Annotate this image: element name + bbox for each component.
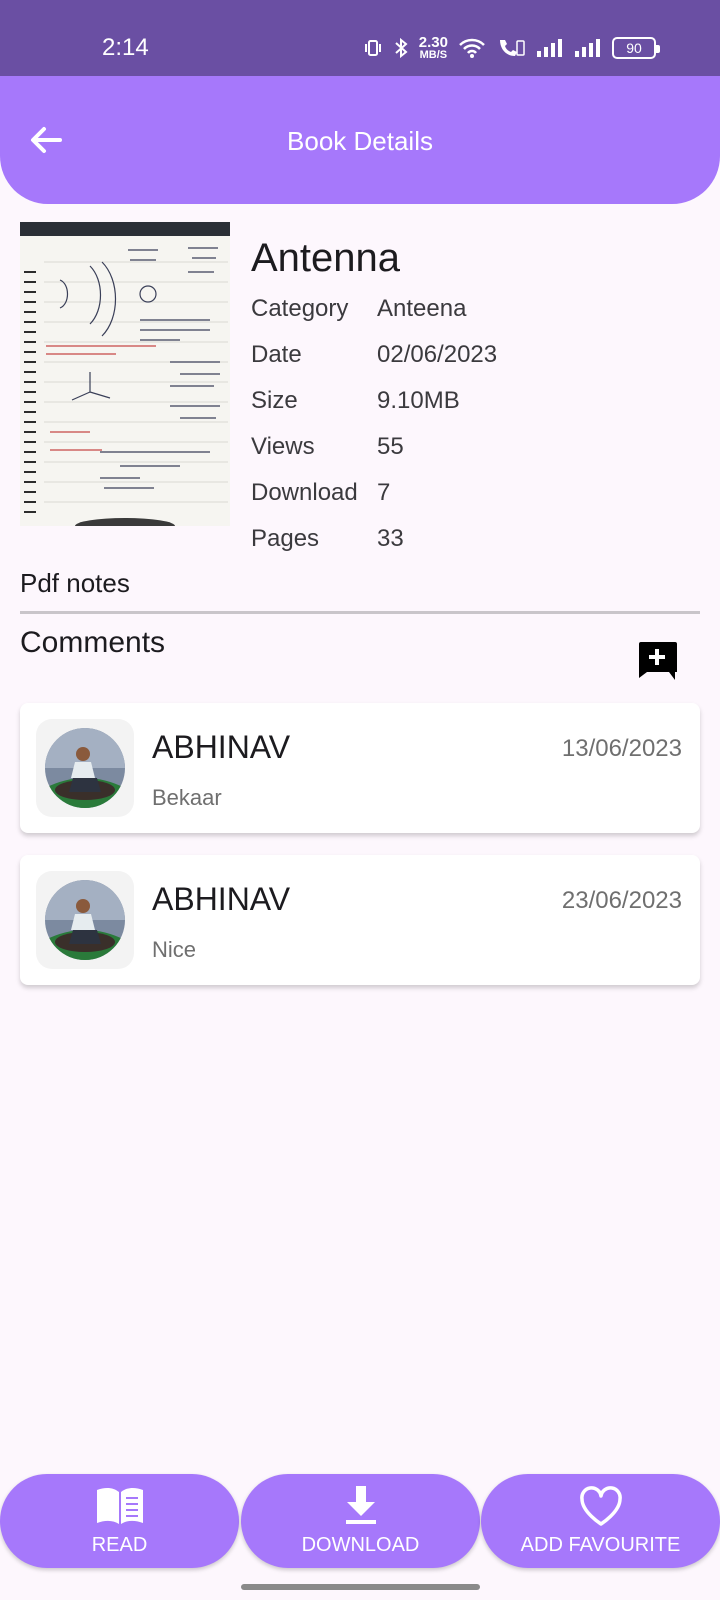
read-button[interactable]: READ bbox=[0, 1474, 239, 1568]
detail-value: Anteena bbox=[377, 295, 467, 322]
comments-heading: Comments bbox=[20, 626, 166, 659]
status-bar: 2:14 2.30 MB/S 90 bbox=[0, 0, 720, 76]
open-book-icon bbox=[96, 1487, 143, 1524]
comment-card: ABHINAV Bekaar 13/06/2023 bbox=[20, 703, 700, 833]
home-indicator[interactable] bbox=[241, 1584, 480, 1590]
network-speed-value: 2.30 bbox=[418, 34, 448, 51]
download-icon bbox=[345, 1486, 376, 1524]
avatar bbox=[45, 728, 125, 808]
detail-row-views: Views 55 bbox=[251, 424, 691, 470]
signal-icon-1 bbox=[537, 39, 562, 57]
detail-row-size: Size 9.10MB bbox=[251, 378, 691, 424]
detail-row-pages: Pages 33 bbox=[251, 516, 691, 562]
pdf-notes-label: Pdf notes bbox=[20, 568, 130, 598]
read-button-label: READ bbox=[91, 1534, 148, 1556]
detail-label: Category bbox=[251, 295, 349, 322]
vibrate-icon bbox=[364, 40, 381, 56]
comment-date: 13/06/2023 bbox=[561, 735, 682, 762]
commenter-name: ABHINAV bbox=[152, 729, 291, 765]
wifi-icon bbox=[459, 38, 485, 58]
avatar-container bbox=[36, 719, 134, 817]
comment-date: 23/06/2023 bbox=[561, 887, 682, 914]
page-title: Book Details bbox=[287, 126, 433, 156]
book-details: Category Anteena Date 02/06/2023 Size 9.… bbox=[251, 286, 691, 562]
detail-label: Views bbox=[251, 433, 315, 460]
book-title: Antenna bbox=[251, 236, 401, 280]
comment-text: Nice bbox=[152, 937, 197, 962]
add-favourite-button-label: ADD FAVOURITE bbox=[520, 1534, 681, 1556]
detail-label: Download bbox=[251, 479, 358, 506]
avatar-container bbox=[36, 871, 134, 969]
book-cover-image bbox=[20, 222, 230, 526]
divider bbox=[20, 611, 700, 614]
network-speed: 2.30 MB/S bbox=[419, 35, 448, 61]
bluetooth-icon bbox=[395, 37, 408, 59]
detail-value: 02/06/2023 bbox=[377, 341, 498, 368]
download-button[interactable]: DOWNLOAD bbox=[241, 1474, 480, 1568]
detail-label: Date bbox=[251, 341, 302, 368]
status-time: 2:14 bbox=[102, 34, 149, 61]
download-button-label: DOWNLOAD bbox=[301, 1534, 420, 1556]
add-favourite-button[interactable]: ADD FAVOURITE bbox=[481, 1474, 720, 1568]
comment-card: ABHINAV Nice 23/06/2023 bbox=[20, 855, 700, 985]
detail-value: 33 bbox=[377, 525, 404, 552]
detail-value: 7 bbox=[377, 479, 391, 506]
battery-level: 90 bbox=[626, 40, 642, 56]
signal-icon-2 bbox=[575, 39, 600, 57]
network-speed-unit: MB/S bbox=[419, 49, 448, 61]
wifi-calling-icon bbox=[500, 40, 525, 56]
commenter-name: ABHINAV bbox=[152, 881, 291, 917]
status-icons: 2.30 MB/S 90 bbox=[363, 35, 660, 61]
add-comment-icon[interactable] bbox=[635, 640, 679, 680]
detail-row-date: Date 02/06/2023 bbox=[251, 332, 691, 378]
app-bar: Book Details bbox=[0, 76, 720, 204]
detail-row-download: Download 7 bbox=[251, 470, 691, 516]
detail-label: Size bbox=[251, 387, 298, 414]
comment-text: Bekaar bbox=[152, 785, 222, 810]
detail-row-category: Category Anteena bbox=[251, 286, 691, 332]
avatar bbox=[45, 880, 125, 960]
heart-icon bbox=[579, 1486, 622, 1526]
battery-indicator: 90 bbox=[612, 37, 660, 59]
detail-value: 55 bbox=[377, 433, 404, 460]
detail-label: Pages bbox=[251, 525, 320, 552]
detail-value: 9.10MB bbox=[377, 387, 460, 414]
